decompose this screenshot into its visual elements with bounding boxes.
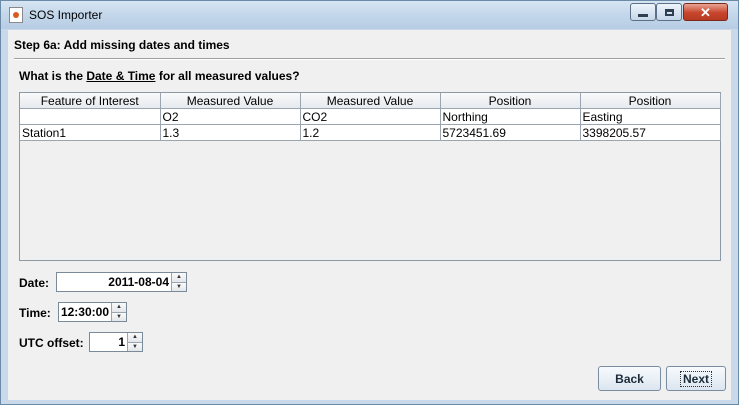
back-button-label: Back [615,371,644,386]
date-label: Date: [19,276,50,290]
back-button[interactable]: Back [598,366,661,391]
dialog-content: Step 6a: Add missing dates and times Wha… [8,30,731,400]
question-emphasis: Date & Time [86,69,156,83]
time-label: Time: [19,306,51,320]
time-spinner[interactable]: 12:30:00 ▲ ▼ [58,302,127,322]
date-value[interactable]: 2011-08-04 [57,273,171,291]
separator [14,58,725,60]
minimize-button[interactable] [630,3,656,21]
question-text: What is the Date & Time for all measured… [19,69,300,83]
table-cell[interactable]: O2 [159,108,301,125]
table-cell[interactable] [20,108,161,125]
maximize-icon [664,8,674,16]
java-app-icon [9,7,23,23]
spin-up-icon[interactable]: ▲ [172,273,186,283]
table-cell[interactable]: 1.3 [159,124,301,141]
close-button[interactable]: ✕ [683,3,728,21]
utc-offset-label: UTC offset: [19,336,84,350]
window-title: SOS Importer [29,8,103,22]
utc-offset-value[interactable]: 1 [90,333,127,351]
spin-up-icon[interactable]: ▲ [112,303,126,313]
table-cell[interactable]: 3398205.57 [579,124,721,141]
time-spin-buttons: ▲ ▼ [111,303,126,321]
time-value[interactable]: 12:30:00 [59,303,111,321]
spin-down-icon[interactable]: ▼ [172,282,186,291]
column-header[interactable]: Position [579,93,721,109]
table-row[interactable]: O2 CO2 Northing Easting [20,108,721,125]
date-spinner[interactable]: 2011-08-04 ▲ ▼ [56,272,187,292]
spin-down-icon[interactable]: ▼ [112,312,126,321]
column-header[interactable]: Feature of Interest [20,93,161,109]
table-cell[interactable]: Northing [439,108,581,125]
column-header[interactable]: Position [439,93,581,109]
table-cell[interactable]: Easting [579,108,721,125]
importer-window: SOS Importer ✕ Step 6a: Add missing date… [0,0,739,405]
utc-offset-spinner[interactable]: 1 ▲ ▼ [89,332,143,352]
table-cell[interactable]: Station1 [20,124,161,141]
measurement-table[interactable]: Feature of Interest Measured Value Measu… [19,92,721,261]
column-header[interactable]: Measured Value [299,93,441,109]
date-spin-buttons: ▲ ▼ [171,273,186,291]
table-row[interactable]: Station1 1.3 1.2 5723451.69 3398205.57 [20,124,721,141]
utc-spin-buttons: ▲ ▼ [127,333,142,351]
column-header[interactable]: Measured Value [159,93,301,109]
maximize-button[interactable] [656,3,682,21]
table-cell[interactable]: 5723451.69 [439,124,581,141]
minimize-icon [638,13,648,17]
question-suffix: for all measured values? [155,69,300,83]
spin-up-icon[interactable]: ▲ [128,333,142,343]
title-bar[interactable]: SOS Importer ✕ [1,1,738,29]
spin-down-icon[interactable]: ▼ [128,342,142,351]
next-button[interactable]: Next [666,366,726,391]
step-title: Step 6a: Add missing dates and times [14,38,230,52]
next-button-label: Next [679,370,713,387]
table-cell[interactable]: 1.2 [299,124,441,141]
question-prefix: What is the [19,69,87,83]
table-cell[interactable]: CO2 [299,108,441,125]
close-icon: ✕ [700,4,711,20]
table-header-row: Feature of Interest Measured Value Measu… [20,93,721,109]
